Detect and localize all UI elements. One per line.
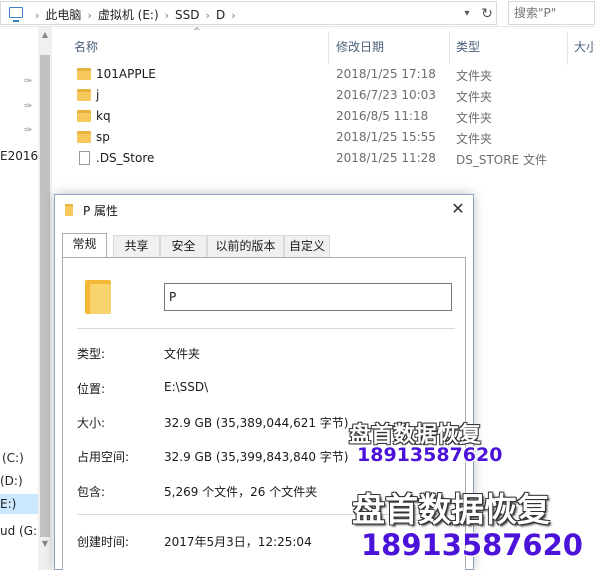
file-name: 101APPLE — [96, 67, 156, 81]
file-name: .DS_Store — [96, 151, 155, 165]
file-date: 2018/1/25 15:55 — [336, 130, 436, 144]
folder-name-input[interactable] — [164, 283, 452, 311]
size-label: 大小: — [77, 416, 106, 430]
file-date: 2018/1/25 17:18 — [336, 67, 436, 81]
search-input[interactable] — [514, 3, 594, 23]
file-row[interactable]: 101APPLE 2018/1/25 17:18 文件夹 — [52, 64, 595, 85]
type-value: 文件夹 — [164, 347, 201, 361]
column-header-name[interactable]: 名称 — [74, 38, 98, 55]
scroll-down-icon[interactable]: ▼ — [38, 536, 52, 552]
location-label: 位置: — [77, 382, 106, 396]
folder-icon — [77, 89, 91, 101]
column-header-size[interactable]: 大小 — [574, 38, 595, 55]
folder-icon — [65, 204, 73, 216]
file-type: 文件夹 — [456, 132, 493, 146]
search-box[interactable] — [508, 1, 595, 25]
watermark-title-large: 盘首数据恢复 — [352, 490, 550, 529]
column-headers: ^ 名称 修改日期 类型 大小 — [52, 27, 595, 65]
chevron-right-icon[interactable]: › — [87, 9, 91, 22]
file-date: 2018/1/25 11:28 — [336, 151, 436, 165]
contains-label: 包含: — [77, 485, 106, 499]
folder-icon — [77, 68, 91, 80]
file-row[interactable]: j 2016/7/23 10:03 文件夹 — [52, 85, 595, 106]
file-name: sp — [96, 130, 110, 144]
file-type: 文件夹 — [456, 90, 493, 104]
tab-customize[interactable]: 自定义 — [284, 235, 330, 257]
computer-icon — [9, 7, 23, 22]
column-header-date[interactable]: 修改日期 — [336, 38, 384, 55]
size-value: 32.9 GB (35,389,044,621 字节) — [164, 416, 349, 430]
file-icon — [79, 151, 90, 165]
file-date: 2016/8/5 11:18 — [336, 109, 429, 123]
tab-security[interactable]: 安全 — [160, 235, 207, 257]
chevron-right-icon[interactable]: › — [231, 9, 235, 22]
size-on-disk-value: 32.9 GB (35,399,843,840 字节) — [164, 450, 349, 464]
file-row[interactable]: kq 2016/8/5 11:18 文件夹 — [52, 106, 595, 127]
breadcrumb-this-pc[interactable]: 此电脑 — [45, 8, 81, 22]
breadcrumb-ssd[interactable]: SSD — [175, 8, 199, 22]
sort-ascending-icon: ^ — [193, 27, 201, 37]
chevron-right-icon[interactable]: › — [206, 9, 210, 22]
nav-item-e-drive[interactable]: E:) — [0, 497, 16, 511]
address-bar: › 此电脑 › 虚拟机 (E:) › SSD › D › ▾ ↻ — [0, 0, 595, 27]
pin-icon[interactable]: ✑ — [24, 77, 34, 87]
refresh-icon[interactable]: ↻ — [477, 4, 497, 24]
chevron-right-icon: › — [35, 9, 40, 22]
contains-value: 5,269 个文件，26 个文件夹 — [164, 485, 318, 499]
column-divider[interactable] — [567, 31, 568, 65]
nav-item-e2016[interactable]: E2016. — [0, 149, 42, 163]
breadcrumb-d[interactable]: D — [216, 8, 225, 22]
nav-item-c-drive[interactable]: (C:) — [2, 451, 24, 465]
breadcrumb-drive-e[interactable]: 虚拟机 (E:) — [98, 8, 159, 22]
size-on-disk-label: 占用空间: — [77, 450, 130, 464]
pin-icon[interactable]: ✑ — [24, 102, 34, 112]
location-value: E:\SSD\ — [164, 380, 209, 394]
nav-scrollbar[interactable]: ▲ ▼ — [38, 27, 52, 570]
folder-icon — [77, 110, 91, 122]
chevron-down-icon[interactable]: ▾ — [457, 4, 477, 24]
created-value: 2017年5月3日，12:25:04 — [164, 535, 312, 549]
breadcrumb: › 此电脑 › 虚拟机 (E:) › SSD › D › — [29, 6, 242, 23]
tab-previous-versions[interactable]: 以前的版本 — [207, 235, 284, 257]
file-date: 2016/7/23 10:03 — [336, 88, 436, 102]
tab-general[interactable]: 常规 — [62, 233, 107, 258]
close-icon[interactable]: ✕ — [443, 195, 473, 225]
file-type: 文件夹 — [456, 69, 493, 83]
nav-item-g-drive[interactable]: ud (G:) — [0, 524, 42, 538]
dialog-tabs: 常规 共享 安全 以前的版本 自定义 — [62, 233, 466, 258]
column-header-type[interactable]: 类型 — [456, 38, 480, 55]
created-label: 创建时间: — [77, 535, 130, 549]
file-name: j — [96, 88, 100, 102]
scrollbar-thumb[interactable] — [40, 55, 50, 537]
tab-sharing[interactable]: 共享 — [113, 235, 160, 257]
watermark-phone-large: 18913587620 — [361, 528, 583, 562]
folder-icon — [85, 280, 111, 314]
file-row[interactable]: sp 2018/1/25 15:55 文件夹 — [52, 127, 595, 148]
file-row[interactable]: .DS_Store 2018/1/25 11:28 DS_STORE 文件 — [52, 148, 595, 169]
watermark-phone: 18913587620 — [357, 444, 503, 466]
pin-icon[interactable]: ✑ — [24, 126, 34, 136]
dialog-title: P 属性 — [83, 204, 119, 218]
file-name: kq — [96, 109, 111, 123]
file-type: 文件夹 — [456, 111, 493, 125]
nav-item-d-drive[interactable]: (D:) — [0, 474, 23, 488]
chevron-right-icon[interactable]: › — [165, 9, 169, 22]
address-box[interactable]: › 此电脑 › 虚拟机 (E:) › SSD › D › ▾ ↻ — [0, 1, 497, 25]
column-divider[interactable] — [328, 31, 329, 65]
dialog-title-bar[interactable]: P 属性 ✕ — [55, 195, 473, 225]
file-type: DS_STORE 文件 — [456, 153, 547, 167]
scroll-up-icon[interactable]: ▲ — [38, 27, 52, 43]
type-label: 类型: — [77, 347, 106, 361]
divider — [77, 328, 455, 329]
column-divider[interactable] — [449, 31, 450, 65]
folder-icon — [77, 131, 91, 143]
